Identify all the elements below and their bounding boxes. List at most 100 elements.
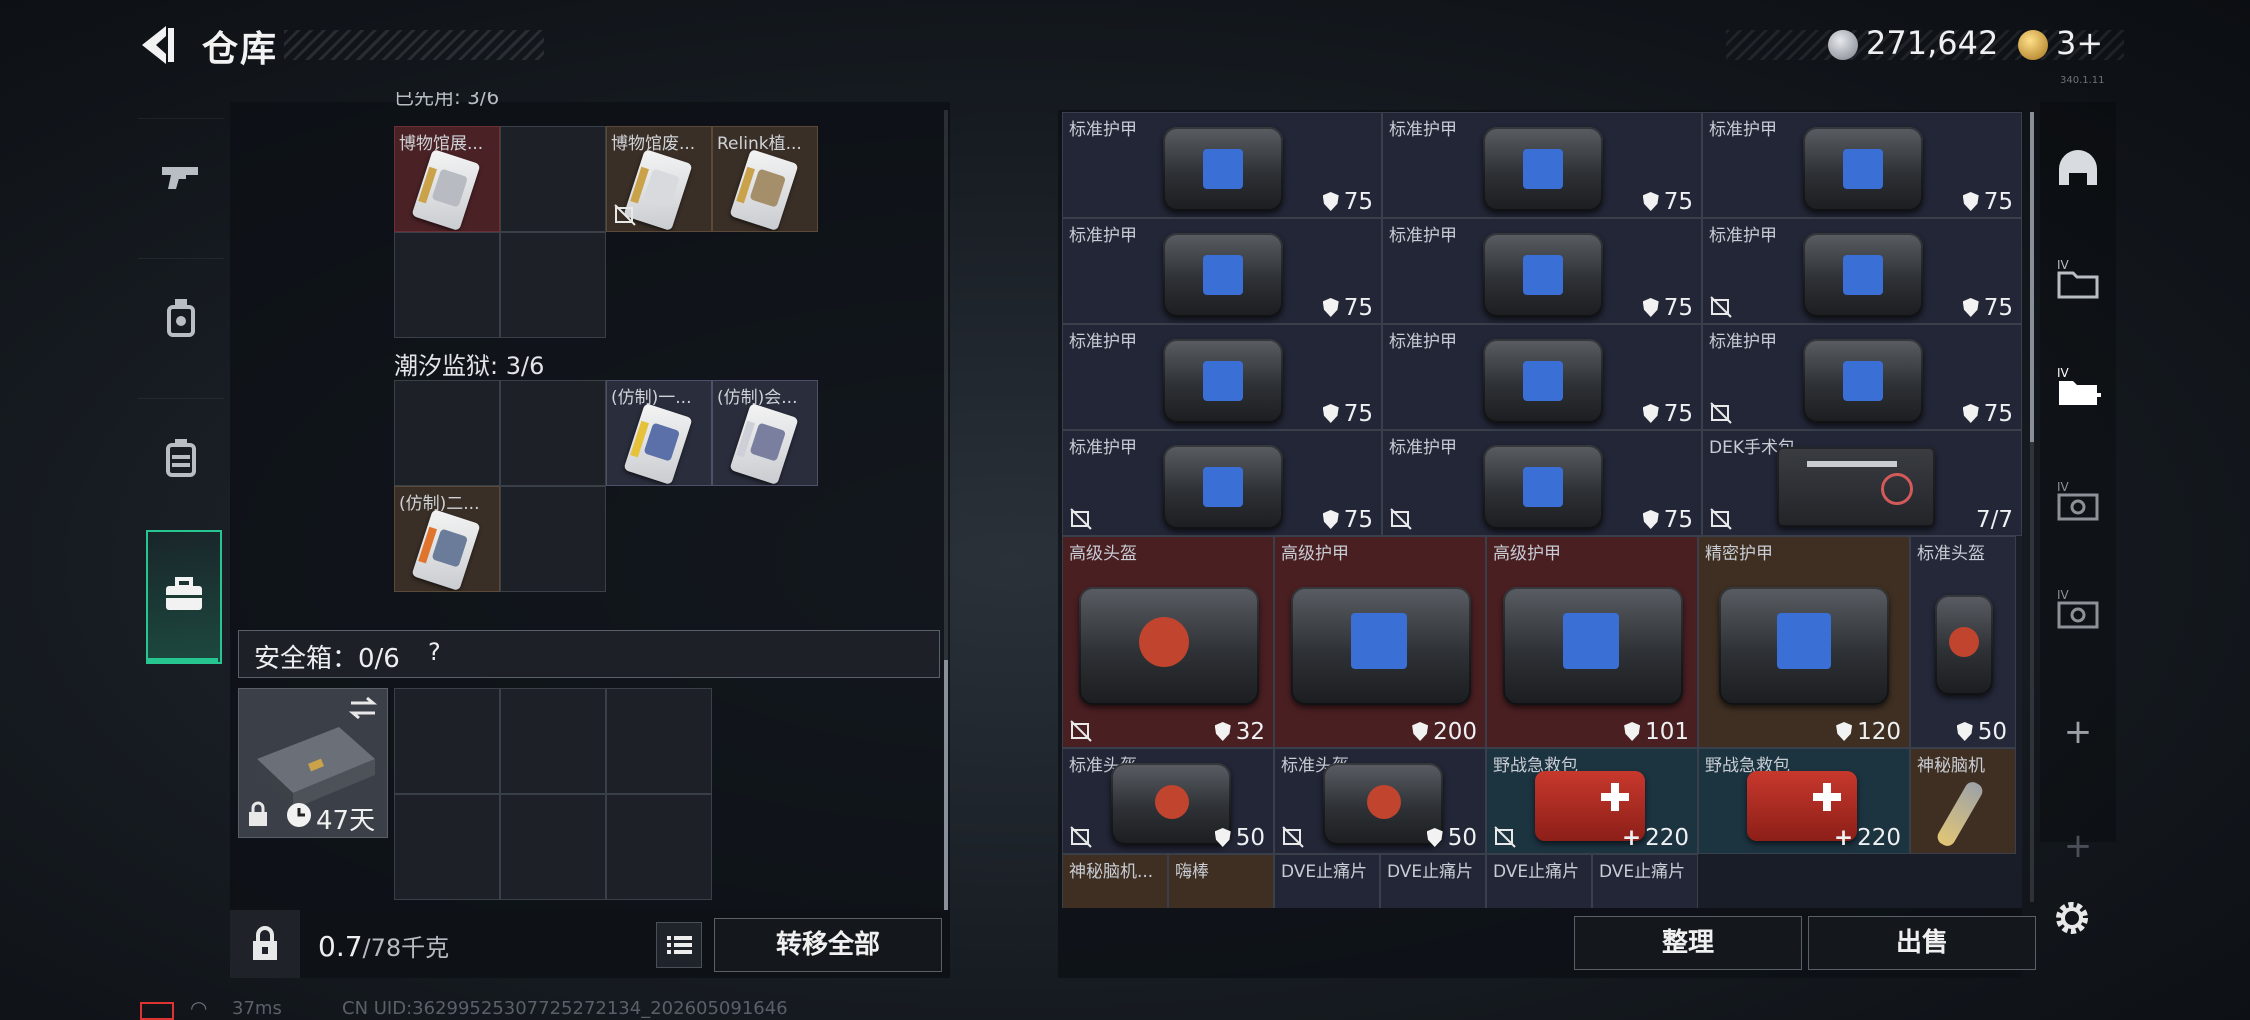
inventory-item[interactable]: 精密护甲 120: [1698, 536, 1910, 748]
shield-icon: [1642, 510, 1659, 529]
inventory-item[interactable]: DVE止痛片: [1380, 854, 1486, 908]
shield-icon: [1642, 404, 1659, 423]
gold-amount[interactable]: 3+: [2056, 24, 2103, 62]
item-name: 高级护甲: [1493, 544, 1561, 564]
inventory-item[interactable]: 神秘脑机: [1910, 748, 2016, 854]
no-sell-icon: [1070, 826, 1092, 848]
shield-icon: [1322, 298, 1339, 317]
inventory-item[interactable]: 博物馆展...: [394, 126, 500, 232]
inventory-item[interactable]: 标准护甲 75: [1062, 430, 1382, 536]
inventory-item[interactable]: (仿制)一...: [606, 380, 712, 486]
inventory-item[interactable]: 野战急救包 +220: [1486, 748, 1698, 854]
tab-equipment[interactable]: [138, 258, 224, 377]
inventory-item[interactable]: 标准护甲 75: [1702, 324, 2022, 430]
inventory-item[interactable]: 高级护甲 101: [1486, 536, 1698, 748]
grid-cell[interactable]: [394, 794, 500, 900]
rail-stash-tab-5[interactable]: IV: [2046, 564, 2110, 652]
shield-icon: [1642, 298, 1659, 317]
transfer-all-button[interactable]: 转移全部: [714, 918, 942, 972]
grid-cell[interactable]: [500, 380, 606, 486]
inventory-item[interactable]: 标准护甲 75: [1382, 324, 1702, 430]
armor-icon: [1163, 233, 1283, 317]
heal-value: +220: [1621, 825, 1689, 851]
inventory-item[interactable]: 标准护甲 75: [1702, 112, 2022, 218]
inventory-item[interactable]: 标准头盔 50: [1910, 536, 2016, 748]
help-icon[interactable]: ?: [428, 638, 441, 666]
gold-coin-icon[interactable]: [2018, 30, 2048, 60]
rail-stash-tab-4[interactable]: IV: [2046, 456, 2110, 544]
inventory-item[interactable]: 神秘脑机...: [1062, 854, 1168, 908]
inventory-item[interactable]: 博物馆废...: [606, 126, 712, 232]
uid-text: CN UID:3629952530772527213​4_20260509164…: [342, 998, 788, 1019]
back-arrow-icon[interactable]: [136, 22, 182, 68]
grid-cell[interactable]: [500, 126, 606, 232]
rail-folder-tab[interactable]: IV: [2046, 234, 2110, 322]
weight-readout: 0.7/78千克: [318, 928, 449, 963]
inventory-item[interactable]: DVE止痛片: [1274, 854, 1380, 908]
add-folder-icon: IV: [2057, 366, 2101, 405]
grid-cell[interactable]: [394, 688, 500, 794]
right-scrollbar-thumb[interactable]: [2030, 112, 2034, 442]
inventory-item[interactable]: 标准头盔 50: [1062, 748, 1274, 854]
inventory-item[interactable]: DVE止痛片: [1486, 854, 1592, 908]
add-stash-button-disabled[interactable]: +: [2046, 826, 2110, 886]
no-sell-icon: [1494, 826, 1516, 848]
rail-add-folder-tab[interactable]: IV: [2046, 342, 2110, 430]
grid-cell[interactable]: [500, 688, 606, 794]
inventory-item[interactable]: Relink植...: [712, 126, 818, 232]
svg-text:IV: IV: [2057, 480, 2070, 494]
shield-icon: [1962, 404, 1979, 423]
inventory-item[interactable]: 标准护甲 75: [1382, 430, 1702, 536]
inventory-item[interactable]: 标准护甲 75: [1062, 324, 1382, 430]
tab-weapons[interactable]: [138, 118, 224, 237]
grid-cell[interactable]: [394, 232, 500, 338]
inventory-item[interactable]: (仿制)二...: [394, 486, 500, 592]
tab-inventory-active[interactable]: [146, 530, 222, 664]
grid-cell[interactable]: [606, 688, 712, 794]
inventory-item[interactable]: 标准护甲 75: [1062, 218, 1382, 324]
item-name: 精密护甲: [1705, 544, 1773, 564]
sell-button[interactable]: 出售: [1808, 916, 2036, 970]
item-name: 标准护甲: [1069, 438, 1137, 458]
active-tab-underline: [146, 658, 218, 662]
grid-cell[interactable]: [500, 232, 606, 338]
shield-icon: [1956, 722, 1973, 741]
rail-helmet-tab[interactable]: [2046, 126, 2110, 214]
inventory-item[interactable]: 嗨棒: [1168, 854, 1274, 908]
helmet-icon: [1111, 763, 1231, 845]
card-icon: [729, 148, 799, 231]
inventory-item[interactable]: 高级护甲 200: [1274, 536, 1486, 748]
group2-grid: (仿制)一... (仿制)会... (仿制)二...: [394, 380, 826, 596]
swap-icon[interactable]: [347, 695, 379, 721]
group1-label: 已先用: 3/6: [394, 92, 500, 106]
inventory-item[interactable]: 标准护甲 75: [1062, 112, 1382, 218]
lock-button[interactable]: [230, 910, 300, 978]
grid-cell[interactable]: [500, 486, 606, 592]
inventory-item[interactable]: 标准护甲 75: [1382, 218, 1702, 324]
safe-box-label: 安全箱：0/6: [254, 644, 400, 674]
tab-backpack[interactable]: [138, 398, 224, 517]
inventory-item[interactable]: 高级头盔 32: [1062, 536, 1274, 748]
inventory-item[interactable]: DEK手术包 7/7: [1702, 430, 2022, 536]
left-scrollbar-thumb[interactable]: [944, 660, 948, 910]
pistol-icon: [162, 167, 198, 189]
sort-button[interactable]: 整理: [1574, 916, 1802, 970]
inventory-item[interactable]: (仿制)会...: [712, 380, 818, 486]
armor-rows: 标准护甲 75 标准护甲 75 标准护甲 75 标准护甲 75 标准护甲 75 标准护甲 75 标准护甲…: [1062, 112, 2022, 536]
durability-value: 75: [1962, 189, 2013, 215]
inventory-item[interactable]: 标准头盔 50: [1274, 748, 1486, 854]
grid-cell[interactable]: [606, 794, 712, 900]
item-name: 神秘脑机...: [1069, 862, 1154, 882]
list-view-button[interactable]: [656, 922, 702, 968]
add-stash-button[interactable]: +: [2046, 712, 2110, 772]
grid-cell[interactable]: [500, 794, 606, 900]
durability-value: 32: [1214, 719, 1265, 745]
gear-icon[interactable]: [2050, 896, 2094, 940]
inventory-item[interactable]: 标准护甲 75: [1382, 112, 1702, 218]
grid-cell[interactable]: [394, 380, 500, 486]
inventory-item[interactable]: 野战急救包 +220: [1698, 748, 1910, 854]
item-name: DVE止痛片: [1387, 862, 1474, 882]
inventory-item[interactable]: DVE止痛片: [1592, 854, 1698, 908]
ping-text: 37ms: [232, 998, 282, 1019]
inventory-item[interactable]: 标准护甲 75: [1702, 218, 2022, 324]
